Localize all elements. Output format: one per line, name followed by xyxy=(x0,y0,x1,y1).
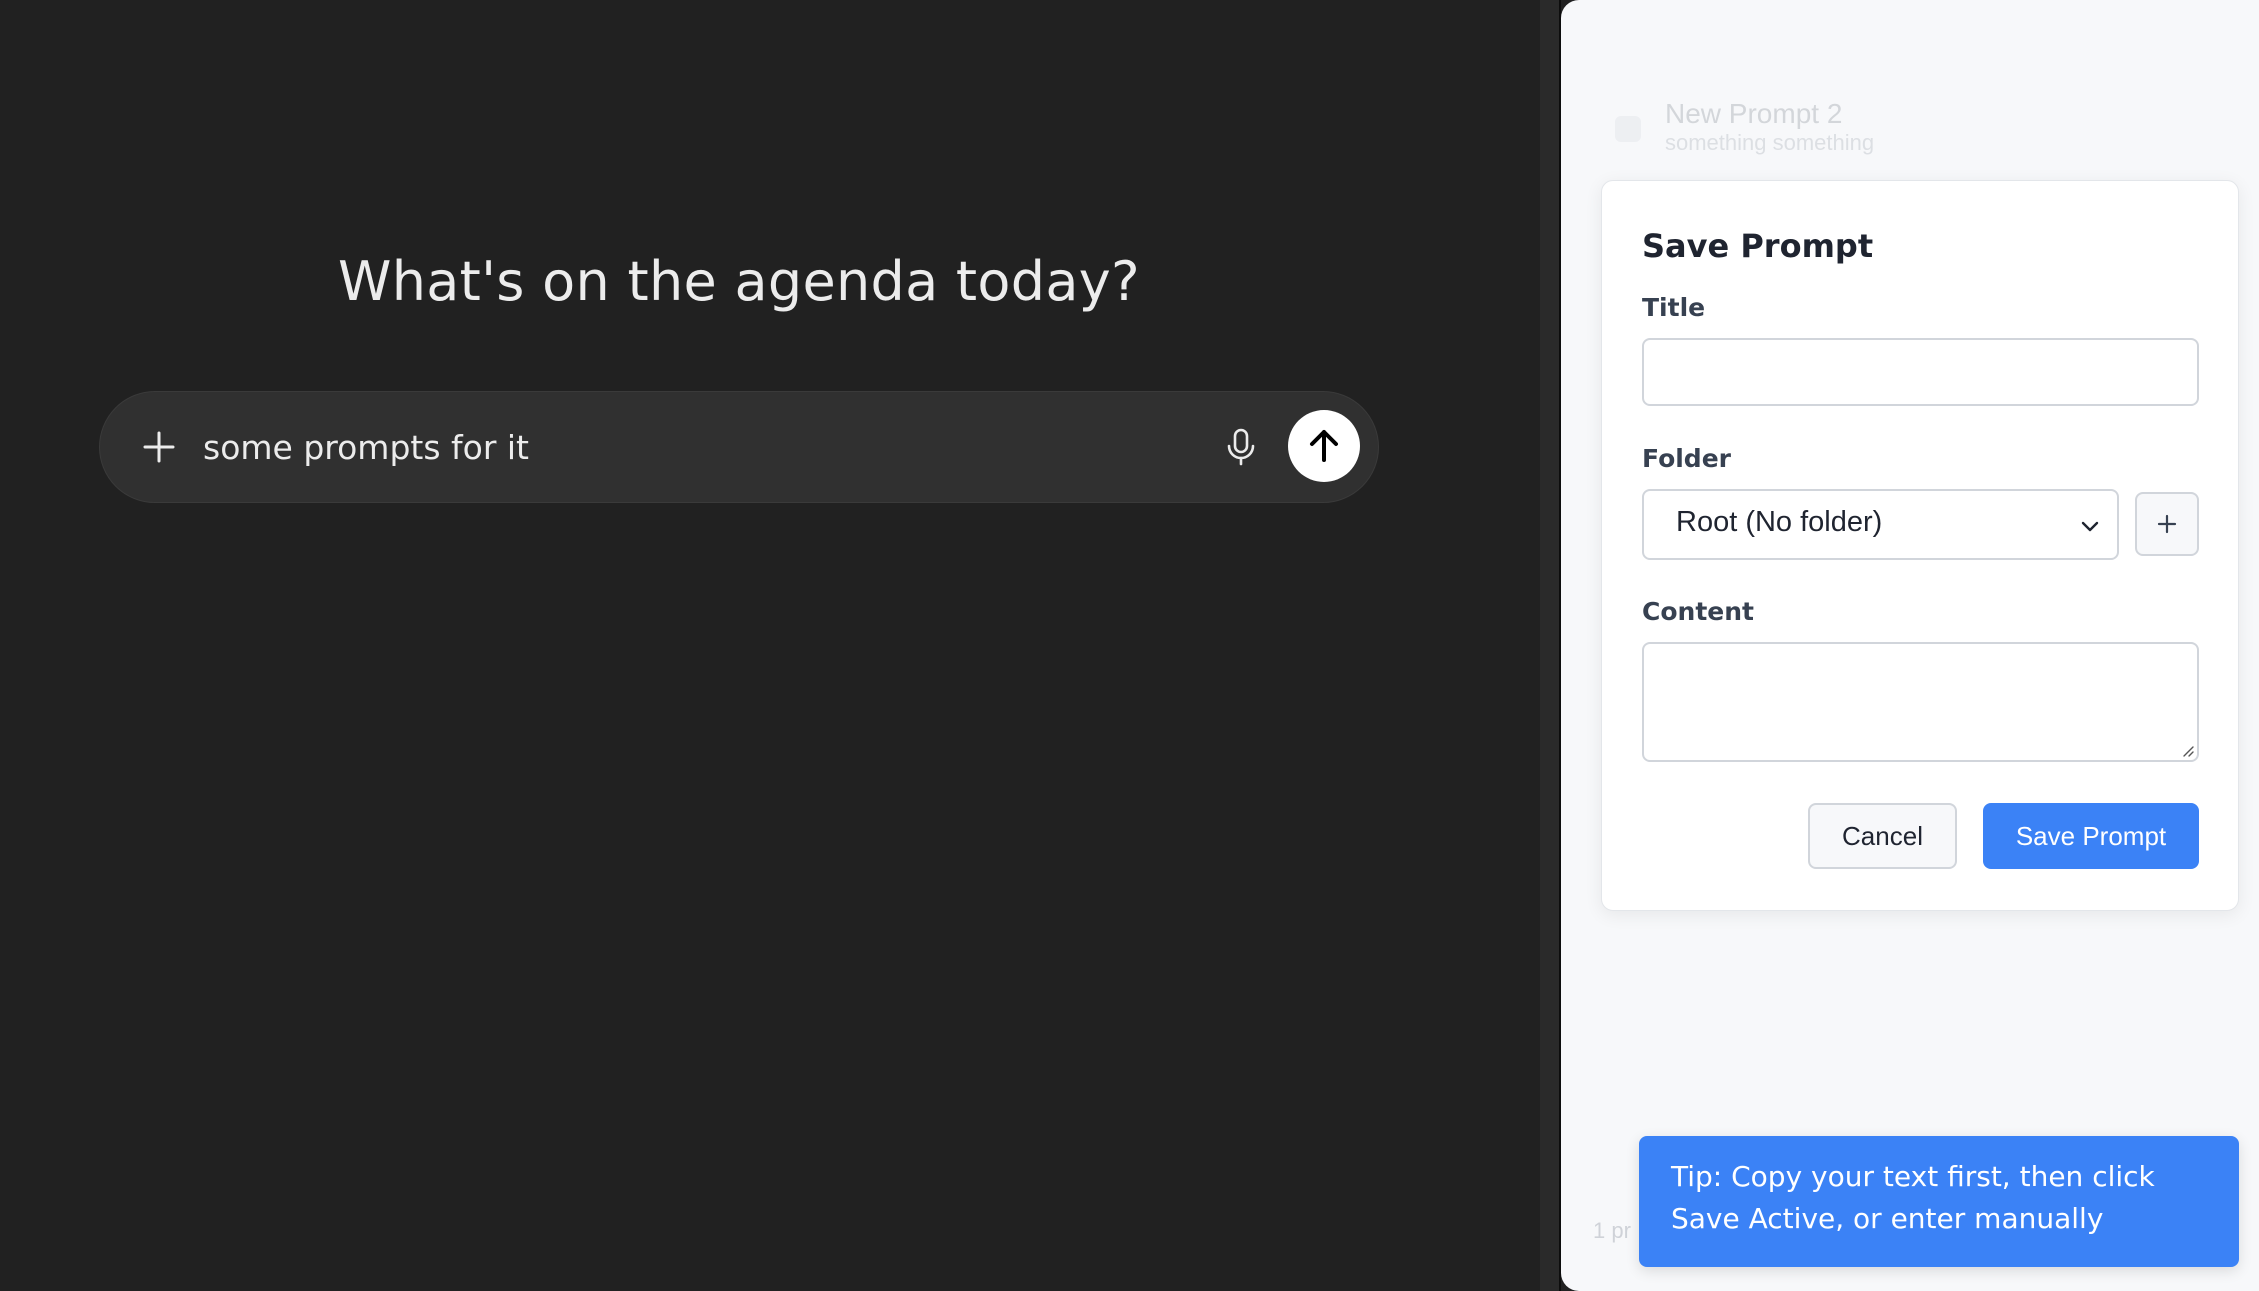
add-attachment-button[interactable] xyxy=(134,422,184,472)
save-prompt-dialog: Save Prompt Title Folder Root (No folder… xyxy=(1601,180,2239,911)
resize-handle-icon[interactable] xyxy=(2180,743,2194,757)
tip-toast: Tip: Copy your text first, then click Sa… xyxy=(1639,1136,2239,1267)
plus-icon xyxy=(134,422,184,472)
title-label: Title xyxy=(1642,293,1706,322)
save-prompt-button[interactable]: Save Prompt xyxy=(1983,803,2199,869)
cancel-button[interactable]: Cancel xyxy=(1808,803,1957,869)
chat-main-area: What's on the agenda today? some prompts… xyxy=(0,0,1540,1291)
chevron-down-icon xyxy=(2079,515,2101,537)
content-label: Content xyxy=(1642,597,1754,626)
checkbox-icon xyxy=(1615,116,1641,142)
message-composer[interactable]: some prompts for it xyxy=(99,391,1379,503)
dialog-title: Save Prompt xyxy=(1642,227,1874,265)
panel-divider[interactable] xyxy=(1540,0,1560,1291)
folder-selected-value: Root (No folder) xyxy=(1676,506,1883,538)
message-input[interactable]: some prompts for it xyxy=(203,426,529,470)
arrow-up-icon xyxy=(1288,410,1360,482)
panel-footer-text: 1 pr xyxy=(1593,1218,1631,1243)
folder-label: Folder xyxy=(1642,444,1731,473)
voice-input-button[interactable] xyxy=(1216,422,1266,472)
microphone-icon xyxy=(1216,422,1266,472)
title-input[interactable] xyxy=(1642,338,2199,406)
plus-icon xyxy=(2156,513,2178,535)
send-button[interactable] xyxy=(1288,410,1360,482)
content-textarea[interactable] xyxy=(1642,642,2199,762)
prompt-item-subtitle: something something xyxy=(1665,130,1875,155)
prompt-side-panel: New Prompt 2 something something 1 pr Sa… xyxy=(1561,0,2259,1291)
page-title: What's on the agenda today? xyxy=(338,250,1140,313)
add-folder-button[interactable] xyxy=(2135,492,2199,556)
folder-select[interactable]: Root (No folder) xyxy=(1642,489,2119,560)
prompt-item-title: New Prompt 2 xyxy=(1665,98,1843,129)
